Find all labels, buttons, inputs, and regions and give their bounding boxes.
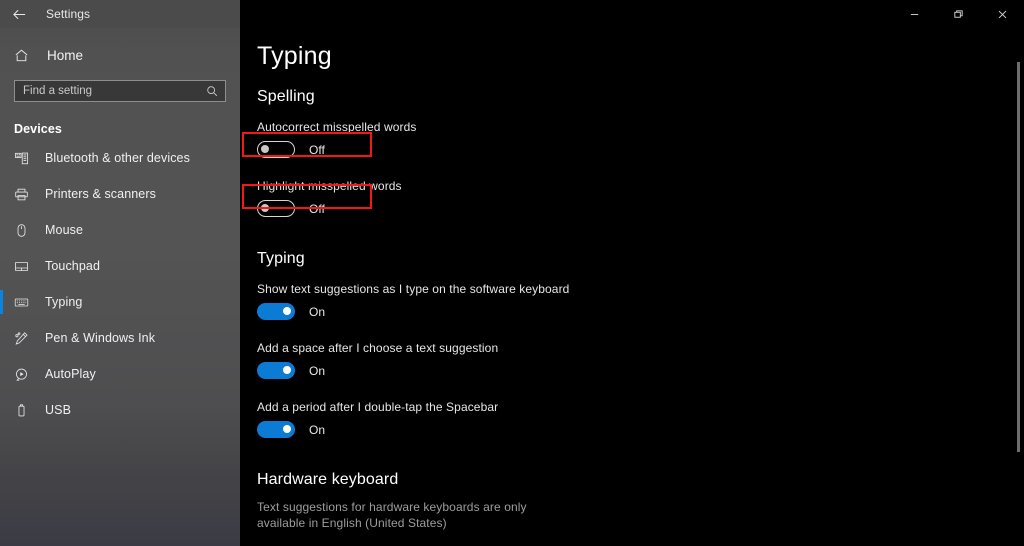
settings-window: Settings Hom: [0, 0, 1024, 546]
sidebar-item-label: USB: [45, 403, 71, 417]
toggle-add-space-after-suggestion[interactable]: [257, 362, 295, 379]
sidebar-item-label: Typing: [45, 295, 82, 309]
hardware-keyboard-note: Text suggestions for hardware keyboards …: [257, 499, 577, 531]
sidebar-item-label: Touchpad: [45, 259, 100, 273]
toggle-state-label: On: [309, 364, 325, 378]
sidebar: Home Devices: [0, 0, 240, 546]
page-title: Typing: [257, 42, 1024, 71]
sidebar-item-label: Printers & scanners: [45, 187, 156, 201]
sidebar-group-title: Devices: [0, 102, 240, 140]
minimize-icon[interactable]: [892, 0, 936, 28]
sidebar-item-touchpad[interactable]: Touchpad: [0, 248, 240, 284]
search-container: [0, 70, 240, 102]
sidebar-item-typing[interactable]: Typing: [0, 284, 240, 320]
sidebar-item-home[interactable]: Home: [0, 40, 240, 70]
search-box[interactable]: [14, 80, 226, 102]
sidebar-item-label: Pen & Windows Ink: [45, 331, 155, 345]
title-bar-left: Settings: [0, 0, 240, 28]
toggle-state-label: Off: [309, 202, 325, 216]
section-heading-hardware-keyboard: Hardware keyboard: [257, 471, 1024, 489]
printer-icon: [14, 187, 36, 202]
setting-label-highlight: Highlight misspelled words: [257, 179, 1024, 193]
home-icon: [14, 48, 38, 63]
toggle-row-highlight: Off: [257, 200, 1024, 217]
sidebar-item-label: Bluetooth & other devices: [45, 151, 190, 165]
sidebar-item-bluetooth-other-devices[interactable]: Bluetooth & other devices: [0, 140, 240, 176]
toggle-row-autocorrect: Off: [257, 141, 1024, 158]
keyboard-icon: [14, 295, 36, 310]
main-content: Typing Spelling Autocorrect misspelled w…: [240, 28, 1024, 546]
touchpad-icon: [14, 259, 36, 274]
sidebar-item-pen-windows-ink[interactable]: Pen & Windows Ink: [0, 320, 240, 356]
toggle-row-add-period: On: [257, 421, 1024, 438]
toggle-highlight-misspelled-words[interactable]: [257, 200, 295, 217]
sidebar-item-usb[interactable]: USB: [0, 392, 240, 428]
toggle-row-software-suggestions: On: [257, 303, 1024, 320]
setting-label-software-suggestions: Show text suggestions as I type on the s…: [257, 282, 1024, 296]
toggle-state-label: On: [309, 305, 325, 319]
scrollbar-thumb[interactable]: [1017, 62, 1020, 452]
window-controls: [240, 0, 1024, 28]
search-input[interactable]: [15, 81, 206, 101]
sidebar-item-label: AutoPlay: [45, 367, 96, 381]
sidebar-item-printers-scanners[interactable]: Printers & scanners: [0, 176, 240, 212]
setting-label-add-space: Add a space after I choose a text sugges…: [257, 341, 1024, 355]
mouse-icon: [14, 223, 36, 238]
title-bar: Settings: [0, 0, 1024, 28]
toggle-state-label: Off: [309, 143, 325, 157]
section-heading-spelling: Spelling: [257, 88, 1024, 106]
usb-icon: [14, 403, 36, 418]
sidebar-item-label: Mouse: [45, 223, 83, 237]
back-arrow-icon[interactable]: [0, 0, 38, 28]
close-icon[interactable]: [980, 0, 1024, 28]
setting-label-add-period: Add a period after I double-tap the Spac…: [257, 400, 1024, 414]
main-scrollbar[interactable]: [1017, 28, 1020, 546]
toggle-add-period-double-tap-spacebar[interactable]: [257, 421, 295, 438]
autoplay-icon: [14, 367, 36, 382]
pen-icon: [14, 331, 36, 346]
toggle-row-add-space: On: [257, 362, 1024, 379]
toggle-show-text-suggestions-software-keyboard[interactable]: [257, 303, 295, 320]
app-title: Settings: [46, 7, 90, 21]
search-icon[interactable]: [206, 85, 225, 97]
sidebar-item-autoplay[interactable]: AutoPlay: [0, 356, 240, 392]
section-heading-typing: Typing: [257, 250, 1024, 268]
restore-icon[interactable]: [936, 0, 980, 28]
bluetooth-devices-icon: [14, 151, 36, 166]
setting-label-autocorrect: Autocorrect misspelled words: [257, 120, 1024, 134]
toggle-state-label: On: [309, 423, 325, 437]
sidebar-item-mouse[interactable]: Mouse: [0, 212, 240, 248]
sidebar-home-label: Home: [47, 48, 83, 63]
toggle-autocorrect-misspelled-words[interactable]: [257, 141, 295, 158]
